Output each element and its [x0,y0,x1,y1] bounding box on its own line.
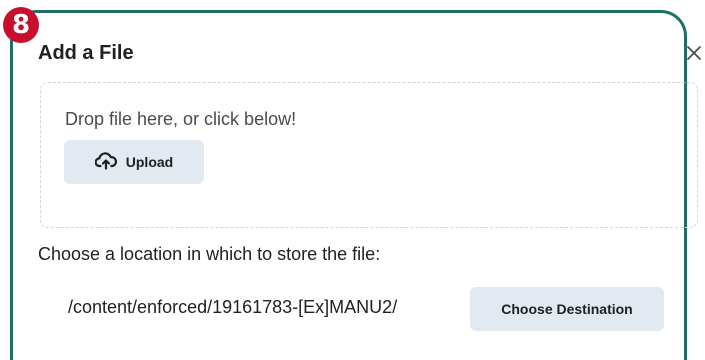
close-icon[interactable] [685,44,703,62]
dialog-title: Add a File [38,42,134,64]
upload-button-label: Upload [125,154,174,170]
cloud-upload-icon [94,151,117,173]
location-prompt: Choose a location in which to store the … [38,244,381,264]
drop-instruction: Drop file here, or click below! [65,109,297,129]
destination-path: /content/enforced/19161783-[Ex]MANU2/ [68,297,398,317]
step-number-badge: 8 [3,7,39,43]
upload-button[interactable]: Upload [64,140,204,184]
file-drop-zone[interactable]: Drop file here, or click below! Upload [40,82,698,228]
choose-destination-button[interactable]: Choose Destination [470,287,664,331]
